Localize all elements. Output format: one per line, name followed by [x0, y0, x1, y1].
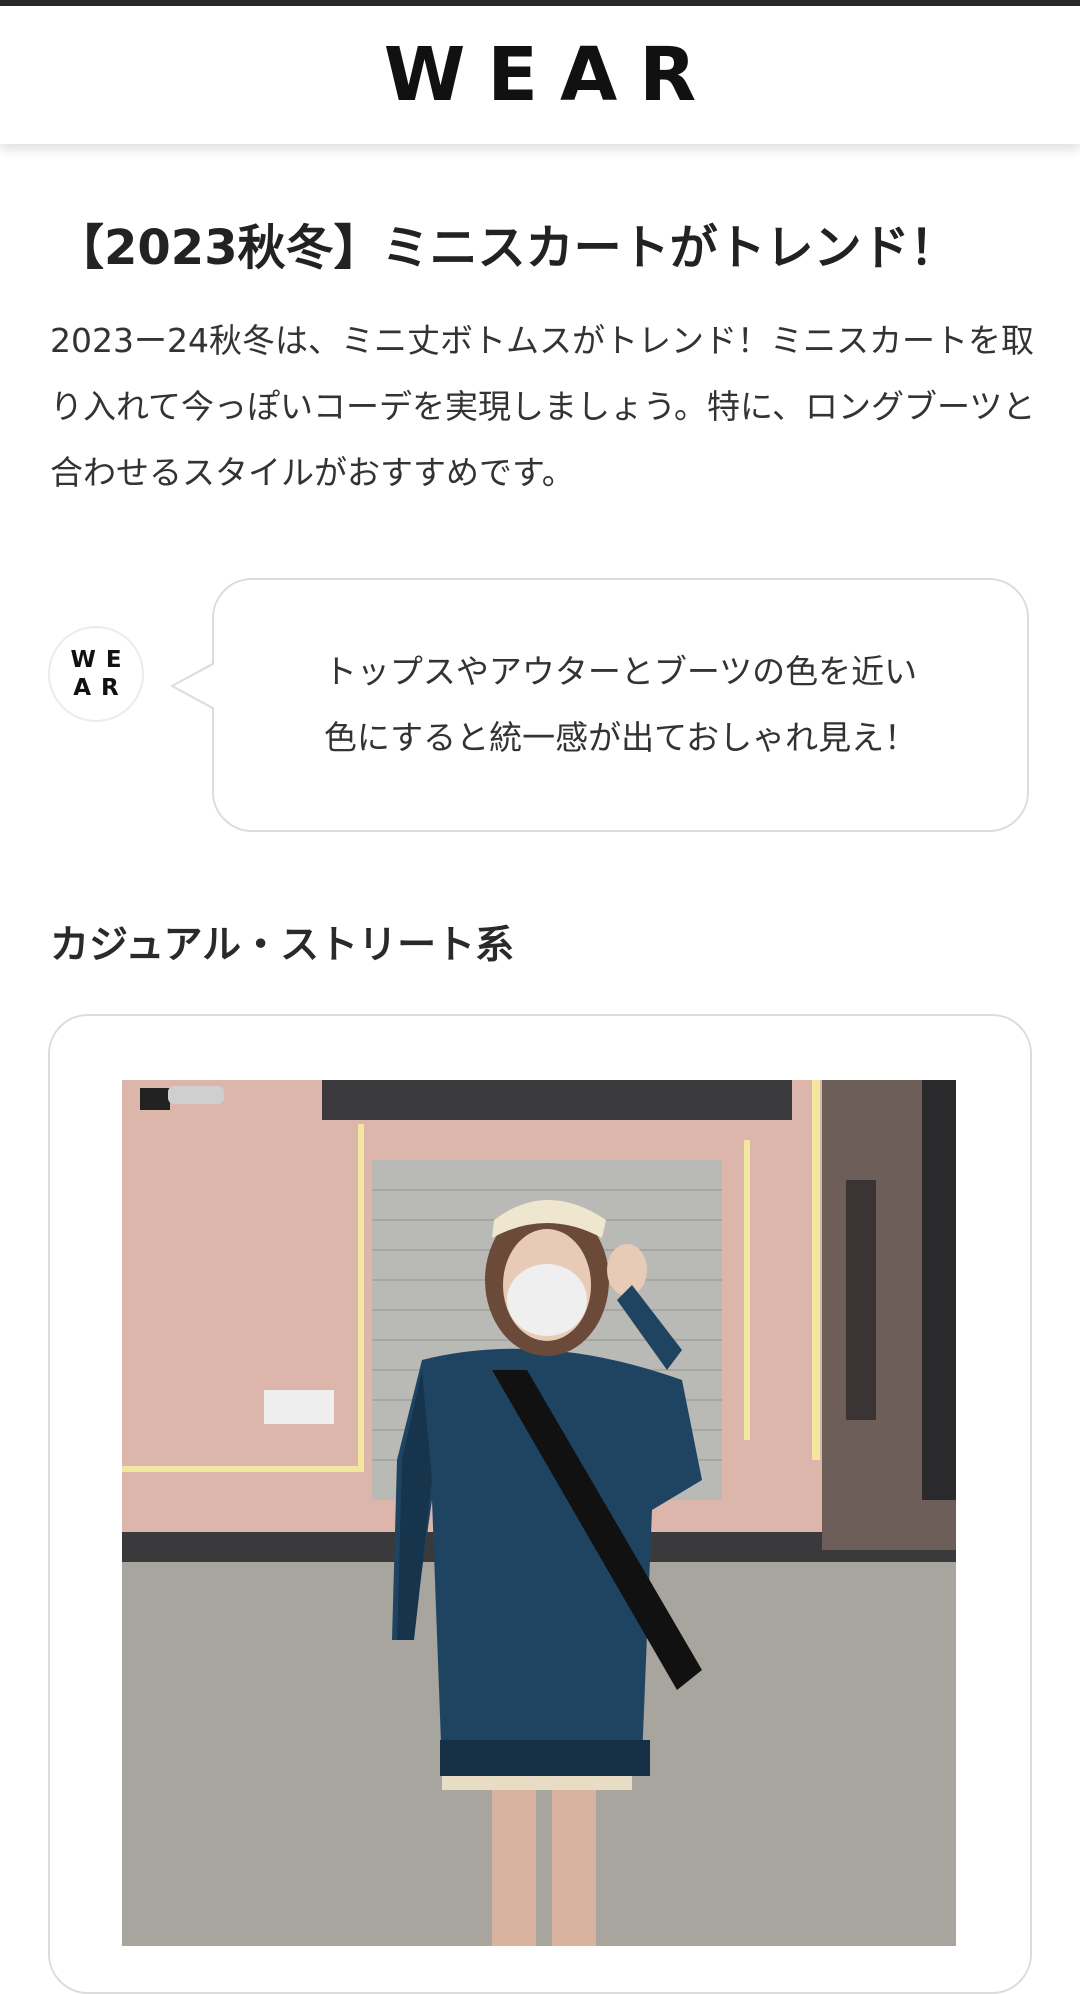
article-title: 【2023秋冬】ミニスカートがトレンド！	[56, 220, 958, 276]
tip-speech-bubble: トップスやアウターとブーツの色を近い 色にすると統一感が出ておしゃれ見え！	[170, 578, 1029, 832]
avatar-text-line1: WE	[70, 647, 132, 673]
avatar-text-line2: AR	[73, 675, 129, 701]
coordinate-photo[interactable]	[122, 1080, 956, 1946]
wear-avatar: WE AR	[48, 626, 144, 722]
section-heading: カジュアル・ストリート系	[50, 923, 515, 968]
wear-logo[interactable]: WEAR	[384, 32, 718, 118]
site-header: WEAR	[0, 6, 1080, 144]
article-intro: 2023ー24秋冬は、ミニ丈ボトムスがトレンド！ミニスカートを取り入れて今っぽい…	[50, 321, 1036, 492]
tip-line2: 色にすると統一感が出ておしゃれ見え！	[323, 718, 918, 757]
street-snap-image	[122, 1080, 956, 1946]
tip-text: トップスやアウターとブーツの色を近い 色にすると統一感が出ておしゃれ見え！	[324, 639, 917, 771]
coordinate-card[interactable]	[48, 1014, 1032, 1994]
tip-line1: トップスやアウターとブーツの色を近い	[323, 652, 918, 691]
